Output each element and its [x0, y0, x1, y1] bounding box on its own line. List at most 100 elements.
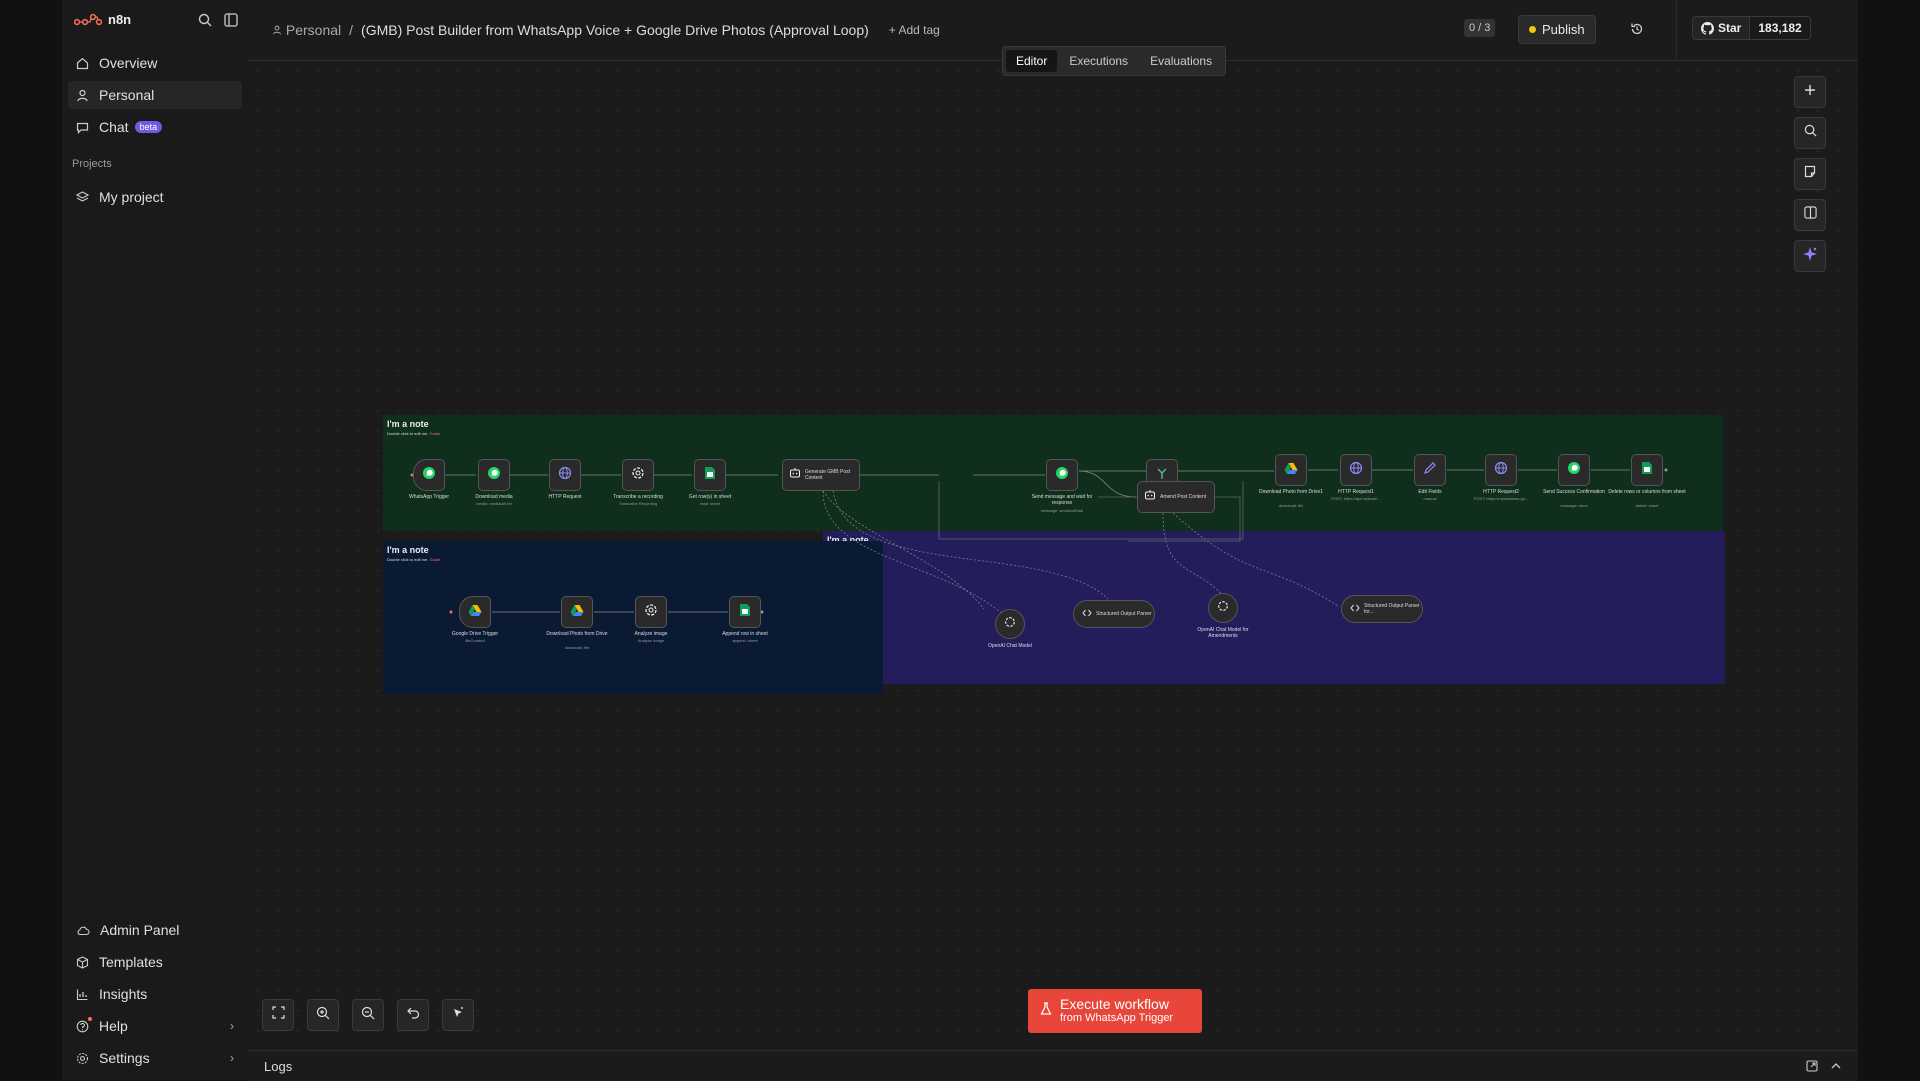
zoom-out-button[interactable]: [352, 999, 384, 1031]
sparkle-icon: [1802, 246, 1818, 267]
google-sheets-icon: [704, 466, 716, 485]
sidebar-item-my-project[interactable]: My project: [68, 183, 242, 211]
globe-icon: [1494, 461, 1508, 480]
node-delete-rows-sheet[interactable]: [1631, 454, 1663, 486]
fit-view-button[interactable]: [262, 999, 294, 1031]
sidebar-item-templates[interactable]: Templates: [68, 948, 242, 976]
node-subtitle: POST: https://api.mybusin...: [1331, 496, 1381, 501]
github-star-widget[interactable]: Star 183,182: [1692, 16, 1811, 40]
node-subtitle: download: file: [1278, 503, 1304, 508]
chevron-right-icon: ›: [230, 1019, 234, 1033]
box-icon: [76, 955, 89, 969]
google-drive-icon: [1284, 461, 1298, 479]
search-icon[interactable]: [198, 13, 212, 27]
app-window: n8n Overview Personal Chat beta Projects…: [62, 0, 1858, 1081]
popout-icon[interactable]: [1806, 1059, 1818, 1077]
node-openai-chat-model[interactable]: [995, 609, 1025, 639]
node-generate-gmb-post[interactable]: Generate GMB Post Content: [782, 459, 860, 491]
tab-executions[interactable]: Executions: [1059, 50, 1138, 72]
sidebar-item-label: Overview: [99, 55, 158, 71]
plus-icon: [1804, 83, 1816, 101]
sidebar-item-chat[interactable]: Chat beta: [68, 113, 242, 141]
node-label: HTTP Request1: [1338, 489, 1374, 495]
node-analyze-image[interactable]: [635, 596, 667, 628]
node-structured-output-parser-2[interactable]: Structured Output Parser for...: [1341, 595, 1423, 623]
node-append-row-sheet[interactable]: [729, 596, 761, 628]
toggle-panel-button[interactable]: [1794, 199, 1826, 231]
ai-assistant-button[interactable]: [1794, 240, 1826, 272]
node-openai-chat-model-amendments[interactable]: [1208, 593, 1238, 623]
google-drive-icon: [468, 603, 482, 621]
execute-label: Execute workflow: [1060, 996, 1169, 1012]
pencil-icon: [1423, 461, 1437, 480]
tidy-up-button[interactable]: [442, 999, 474, 1031]
sidebar-item-help[interactable]: Help ›: [68, 1012, 242, 1040]
sidebar-item-admin-panel[interactable]: Admin Panel: [68, 916, 242, 944]
collapse-sidebar-icon[interactable]: [224, 13, 238, 27]
node-label: Analyze image: [634, 631, 668, 637]
add-node-button[interactable]: [1794, 76, 1826, 108]
execute-workflow-button[interactable]: Execute workflow from WhatsApp Trigger: [1028, 989, 1202, 1033]
node-structured-output-parser[interactable]: Structured Output Parser: [1073, 600, 1155, 628]
gear-icon: [76, 1052, 89, 1065]
app-name: n8n: [108, 12, 132, 27]
workflow-title[interactable]: (GMB) Post Builder from WhatsApp Voice +…: [361, 22, 869, 38]
sidebar-item-insights[interactable]: Insights: [68, 980, 242, 1008]
logs-panel[interactable]: Logs: [248, 1050, 1858, 1081]
right-gutter: [1858, 0, 1920, 1080]
flask-icon: [1040, 1001, 1052, 1021]
node-label: Edit Fields: [1418, 489, 1442, 495]
google-drive-icon: [570, 603, 584, 621]
workflow-canvas[interactable]: I'm a note Double click to edit me. Guid…: [248, 61, 1858, 1050]
breadcrumb: Personal / (GMB) Post Builder from Whats…: [272, 22, 940, 38]
node-whatsapp-trigger[interactable]: [413, 459, 445, 491]
tab-evaluations[interactable]: Evaluations: [1140, 50, 1222, 72]
chevron-up-icon[interactable]: [1830, 1059, 1842, 1077]
search-nodes-button[interactable]: [1794, 117, 1826, 149]
github-star-button[interactable]: Star: [1693, 17, 1750, 39]
sidebar-item-label: Chat: [99, 119, 129, 135]
node-transcribe-recording[interactable]: [622, 459, 654, 491]
node-download-photo-drive1[interactable]: [1275, 454, 1307, 486]
node-send-success-confirmation[interactable]: [1558, 454, 1590, 486]
chat-icon: [76, 121, 89, 134]
publish-button[interactable]: Publish: [1518, 15, 1596, 44]
undo-button[interactable]: [397, 999, 429, 1031]
publish-label: Publish: [1542, 22, 1585, 37]
node-subtitle: read: sheet: [699, 501, 720, 506]
add-tag-button[interactable]: + Add tag: [889, 23, 940, 37]
node-label: Download media: [475, 494, 513, 500]
node-http-request1[interactable]: [1340, 454, 1372, 486]
node-http-request2[interactable]: [1485, 454, 1517, 486]
node-subtitle: append: sheet: [732, 638, 758, 643]
sidebar-item-label: Templates: [99, 954, 163, 970]
zoom-in-button[interactable]: [307, 999, 339, 1031]
node-label: Structured Output Parser: [1096, 611, 1152, 617]
node-get-rows-sheet[interactable]: [694, 459, 726, 491]
history-icon[interactable]: [1630, 22, 1644, 36]
sidebar-item-personal[interactable]: Personal: [68, 81, 242, 109]
layers-icon: [76, 190, 89, 204]
node-http-request[interactable]: [549, 459, 581, 491]
globe-icon: [558, 466, 572, 485]
node-amend-post-content[interactable]: Amend Post Content: [1137, 481, 1215, 513]
execute-sublabel: from WhatsApp Trigger: [1060, 1012, 1174, 1024]
node-label: Generate GMB Post Content: [805, 469, 851, 481]
openai-icon: [631, 466, 645, 485]
google-sheets-icon: [1641, 461, 1653, 480]
breadcrumb-owner[interactable]: Personal: [272, 22, 341, 38]
node-download-photo-drive[interactable]: [561, 596, 593, 628]
sidebar-item-label: Insights: [99, 986, 148, 1002]
node-send-message-wait[interactable]: [1046, 459, 1078, 491]
node-download-media[interactable]: [478, 459, 510, 491]
sticky-note-button[interactable]: [1794, 158, 1826, 190]
sidebar-item-overview[interactable]: Overview: [68, 49, 242, 77]
fit-view-icon: [271, 1006, 285, 1024]
whatsapp-icon: [1567, 461, 1581, 480]
node-google-drive-trigger[interactable]: [459, 596, 491, 628]
app-logo[interactable]: n8n: [74, 12, 131, 27]
node-edit-fields[interactable]: [1414, 454, 1446, 486]
tab-editor[interactable]: Editor: [1006, 50, 1058, 72]
node-subtitle: Transcribe Recording: [618, 501, 658, 506]
sidebar-item-settings[interactable]: Settings ›: [68, 1044, 242, 1072]
